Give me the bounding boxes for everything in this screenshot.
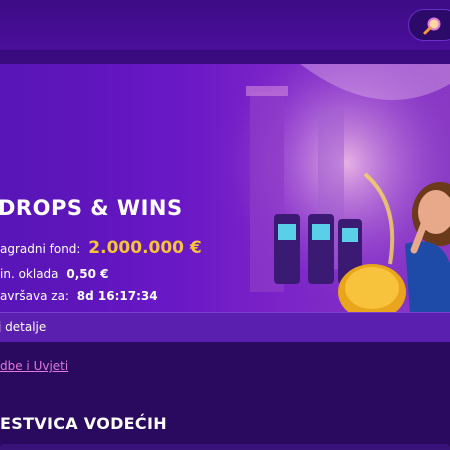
min-bet-label: in. oklada [0,267,59,281]
ends-in-value: 8d 16:17:34 [76,289,158,303]
top-bar [0,0,450,50]
prize-pool-row: agradni fond: 2.000.000 € [0,238,202,258]
terms-link[interactable]: dbe i Uvjeti [0,359,68,373]
prize-pool-value: 2.000.000 € [88,238,202,258]
ends-in-label: avršava za: [0,289,69,303]
min-bet-row: in. oklada 0,50 € [0,267,109,281]
leaderboard-panel-edge [0,444,450,450]
ends-in-row: avršava za: 8d 16:17:34 [0,289,158,303]
show-details-toggle[interactable]: j detalje [0,312,450,342]
leaderboard-title: ESTVICA VODEĆIH [0,414,167,433]
search-icon [423,17,441,35]
search-button[interactable] [408,9,450,41]
prize-pool-label: agradni fond: [0,242,81,256]
header-divider [0,50,450,64]
promo-banner: DROPS & WINS agradni fond: 2.000.000 € i… [0,64,450,312]
promo-title: DROPS & WINS [0,196,183,220]
show-details-label: j detalje [0,320,47,334]
min-bet-value: 0,50 € [66,267,109,281]
